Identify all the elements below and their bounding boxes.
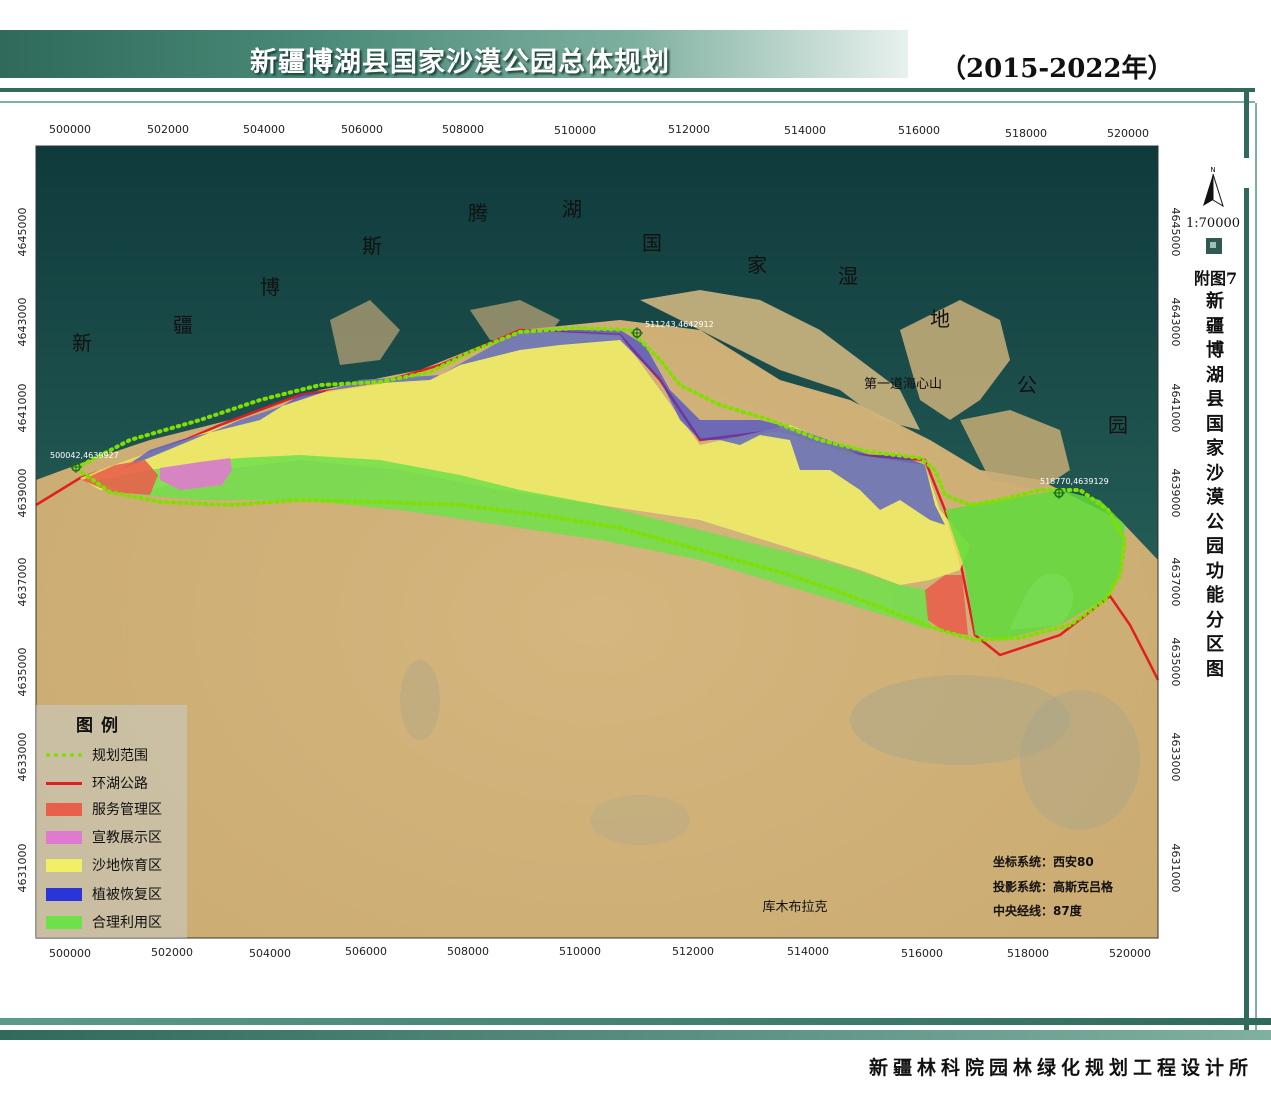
legend-label: 宣教展示区 bbox=[92, 830, 162, 846]
grid-tick-bottom: 520000 bbox=[1109, 947, 1151, 960]
lake-label-char: 新 bbox=[72, 331, 92, 355]
grid-tick-top: 520000 bbox=[1107, 127, 1149, 140]
scale-bar-detail bbox=[1210, 242, 1216, 248]
dotted-line-swatch bbox=[46, 753, 82, 761]
grid-tick-top: 504000 bbox=[243, 123, 285, 136]
grid-tick-right: 4633000 bbox=[1169, 733, 1182, 782]
grid-tick-right: 4631000 bbox=[1169, 844, 1182, 893]
figure-number: 附图7 bbox=[1194, 269, 1238, 288]
grid-tick-right: 4639000 bbox=[1169, 469, 1182, 518]
north-arrow-icon: N bbox=[1203, 166, 1224, 208]
grid-tick-bottom: 518000 bbox=[1007, 947, 1049, 960]
legend-title: 图例 bbox=[76, 716, 126, 736]
red-fill-swatch bbox=[46, 802, 82, 816]
legend-item-boundary: 规划范围 bbox=[46, 745, 148, 765]
hill-label: 第一道海心山 bbox=[864, 377, 942, 392]
svg-text:N: N bbox=[1210, 166, 1215, 174]
grid-tick-left: 4639000 bbox=[16, 469, 29, 518]
lake-label-char: 地 bbox=[930, 307, 950, 331]
legend-item-sand-zone: 沙地恢育区 bbox=[46, 855, 162, 875]
map-figure: 500000 502000 504000 506000 508000 51000… bbox=[16, 123, 1224, 960]
legend-label: 环湖公路 bbox=[92, 776, 148, 792]
lake-label-char: 公 bbox=[1017, 373, 1037, 397]
grid-tick-top: 516000 bbox=[898, 124, 940, 137]
meridian-text: 中央经线：87度 bbox=[993, 904, 1082, 918]
pink-fill-swatch bbox=[46, 830, 82, 844]
grid-tick-bottom: 506000 bbox=[345, 945, 387, 958]
grid-tick-top: 500000 bbox=[49, 123, 91, 136]
map-scale: 1:70000 bbox=[1186, 216, 1241, 231]
grid-tick-top: 518000 bbox=[1005, 127, 1047, 140]
footer-divider bbox=[0, 1018, 1271, 1025]
grid-tick-right: 4637000 bbox=[1169, 558, 1182, 607]
lake-label-char: 国 bbox=[642, 231, 662, 255]
legend-label: 植被恢复区 bbox=[92, 887, 162, 903]
grid-tick-left: 4633000 bbox=[16, 733, 29, 782]
control-point-label: 500042,4639927 bbox=[50, 451, 119, 460]
grid-tick-top: 508000 bbox=[442, 123, 484, 136]
grid-tick-bottom: 502000 bbox=[151, 946, 193, 959]
control-point-label: 518770,4639129 bbox=[1040, 477, 1109, 486]
red-line-swatch bbox=[46, 781, 82, 785]
legend-item-vegetation-zone: 植被恢复区 bbox=[46, 884, 162, 904]
desert-patch bbox=[590, 795, 690, 845]
grid-tick-right: 4641000 bbox=[1169, 384, 1182, 433]
lake-label-char: 疆 bbox=[173, 313, 193, 337]
grid-tick-top: 502000 bbox=[147, 123, 189, 136]
grid-tick-bottom: 510000 bbox=[559, 945, 601, 958]
grid-tick-right: 4643000 bbox=[1169, 298, 1182, 347]
legend-item-road: 环湖公路 bbox=[46, 773, 148, 793]
grid-tick-left: 4637000 bbox=[16, 558, 29, 607]
lake-label-char: 家 bbox=[747, 253, 767, 277]
legend-label: 规划范围 bbox=[92, 748, 148, 764]
lake-label-char: 湿 bbox=[838, 264, 858, 288]
footer-organization: 新疆林科院园林绿化规划工程设计所 bbox=[868, 1057, 1253, 1079]
grid-tick-left: 4641000 bbox=[16, 384, 29, 433]
grid-tick-bottom: 514000 bbox=[787, 945, 829, 958]
legend-label: 服务管理区 bbox=[92, 802, 162, 818]
grid-tick-bottom: 512000 bbox=[672, 945, 714, 958]
grid-tick-top: 512000 bbox=[668, 123, 710, 136]
control-point-label: 511243,4642912 bbox=[645, 320, 714, 329]
blue-fill-swatch bbox=[46, 887, 82, 901]
legend-label: 合理利用区 bbox=[92, 915, 162, 931]
lake-label-char: 博 bbox=[260, 275, 280, 299]
legend-label: 沙地恢育区 bbox=[92, 858, 162, 874]
coord-system-text: 坐标系统：西安80 bbox=[993, 855, 1094, 869]
lake-label-char: 腾 bbox=[468, 201, 488, 225]
grid-tick-left: 4635000 bbox=[16, 648, 29, 697]
lake-label-char: 湖 bbox=[562, 197, 582, 221]
footer-divider bbox=[0, 1030, 1271, 1040]
grid-tick-left: 4631000 bbox=[16, 844, 29, 893]
grid-tick-bottom: 500000 bbox=[49, 947, 91, 960]
grid-tick-top: 506000 bbox=[341, 123, 383, 136]
legend-item-service-zone: 服务管理区 bbox=[46, 799, 162, 819]
grid-tick-bottom: 504000 bbox=[249, 947, 291, 960]
lake-label-char: 斯 bbox=[362, 234, 382, 258]
grid-tick-left: 4643000 bbox=[16, 298, 29, 347]
grid-tick-right: 4645000 bbox=[1169, 208, 1182, 257]
legend: 图例 规划范围 环湖公路 服务管理区 宣教展示区 沙地恢育区 植被恢复区 合理利… bbox=[36, 705, 187, 938]
desert-patch bbox=[400, 660, 440, 740]
grid-tick-right: 4635000 bbox=[1169, 638, 1182, 687]
legend-item-education-zone: 宣教展示区 bbox=[46, 827, 162, 847]
place-label: 库木布拉克 bbox=[762, 899, 827, 915]
grid-tick-bottom: 508000 bbox=[447, 945, 489, 958]
grid-tick-left: 4645000 bbox=[16, 208, 29, 257]
desert-patch bbox=[1020, 690, 1140, 830]
green-fill-swatch bbox=[46, 915, 82, 929]
legend-item-use-zone: 合理利用区 bbox=[46, 912, 162, 932]
lake-label-char: 园 bbox=[1108, 413, 1128, 437]
projection-text: 投影系统：高斯克吕格 bbox=[993, 880, 1114, 894]
vertical-map-title: 新疆博湖县国家沙漠公园功能分区图 bbox=[1206, 291, 1224, 680]
grid-tick-bottom: 516000 bbox=[901, 947, 943, 960]
grid-tick-top: 510000 bbox=[554, 124, 596, 137]
grid-tick-top: 514000 bbox=[784, 124, 826, 137]
yellow-fill-swatch bbox=[46, 858, 82, 872]
